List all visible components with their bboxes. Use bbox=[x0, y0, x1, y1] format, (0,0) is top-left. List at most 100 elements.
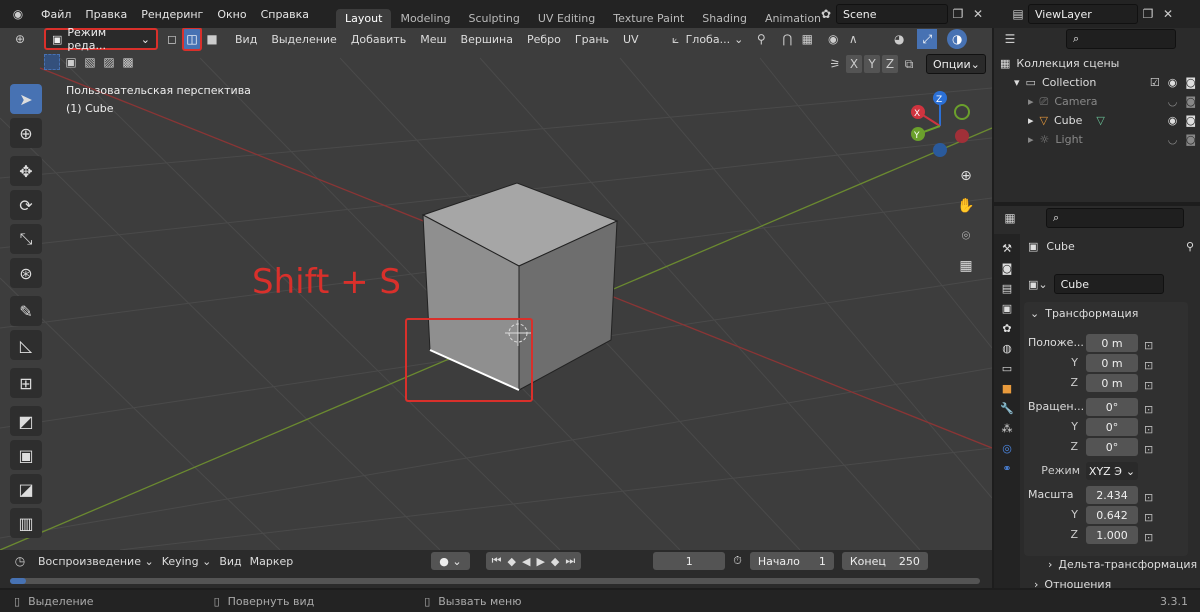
playback-menu[interactable]: Воспроизведение ⌄ bbox=[38, 555, 154, 568]
falloff-icon[interactable]: ∧ bbox=[843, 29, 863, 49]
measure-tool[interactable]: ◺ bbox=[10, 330, 42, 360]
menu-edit[interactable]: Правка bbox=[78, 8, 134, 21]
eye-closed-icon[interactable]: ◡ bbox=[1168, 95, 1178, 108]
outliner-row-cube[interactable]: ▸ ▽ Cube ▽ ◉ ◙ bbox=[1000, 111, 1200, 130]
prev-key-icon[interactable]: ◆ bbox=[508, 555, 516, 568]
rotation-y-field[interactable]: 0° bbox=[1086, 418, 1138, 436]
menu-edge[interactable]: Ребро bbox=[520, 33, 568, 46]
tab-modeling[interactable]: Modeling bbox=[391, 9, 459, 28]
next-key-icon[interactable]: ◆ bbox=[551, 555, 559, 568]
location-z-field[interactable]: 0 m bbox=[1086, 374, 1138, 392]
proportional-edit-icon[interactable]: ◉ bbox=[823, 29, 843, 49]
scale-x-field[interactable]: 2.434 bbox=[1086, 486, 1138, 504]
lock-icon[interactable]: ⊡ bbox=[1144, 356, 1153, 376]
annotate-tool[interactable]: ✎ bbox=[10, 296, 42, 326]
render-camera-icon[interactable]: ◙ bbox=[1185, 76, 1196, 89]
start-frame-field[interactable]: Начало 1 bbox=[749, 552, 834, 570]
location-y-field[interactable]: 0 m bbox=[1086, 354, 1138, 372]
menu-uv[interactable]: UV bbox=[616, 33, 646, 46]
mirror-icon[interactable]: ⚞ bbox=[826, 55, 844, 73]
navigation-gizmo[interactable]: Z X Y bbox=[900, 86, 980, 166]
delta-transform-header[interactable]: › Дельта-трансформация bbox=[1048, 558, 1197, 571]
lock-icon[interactable]: ⊡ bbox=[1144, 508, 1153, 528]
camera-icon[interactable]: ⌾ bbox=[954, 224, 978, 248]
editor-type-icon[interactable]: ⊕ bbox=[10, 29, 30, 49]
jump-start-icon[interactable]: ⏮ bbox=[492, 554, 502, 568]
lock-icon[interactable]: ⊡ bbox=[1144, 488, 1153, 508]
timeline-scrubber[interactable] bbox=[10, 578, 980, 584]
lock-icon[interactable]: ⊡ bbox=[1144, 420, 1153, 440]
scene-collection-row[interactable]: ▦ Коллекция сцены bbox=[1000, 54, 1200, 73]
playhead[interactable] bbox=[10, 578, 26, 584]
transform-orientation-dropdown[interactable]: Глоба... bbox=[686, 33, 730, 46]
relations-header[interactable]: › Отношения bbox=[1034, 580, 1111, 588]
outliner-display-icon[interactable]: ☰ bbox=[1000, 29, 1020, 49]
loop-cut-tool[interactable]: ▥ bbox=[10, 508, 42, 538]
render-camera-icon[interactable]: ◙ bbox=[1185, 133, 1196, 146]
pivot-icon[interactable]: ⚲ bbox=[751, 29, 771, 49]
lock-icon[interactable]: ⊡ bbox=[1144, 336, 1153, 356]
outliner-row-collection[interactable]: ▾ ▭ Collection ☑ ◉ ◙ bbox=[1000, 73, 1200, 92]
tab-shading[interactable]: Shading bbox=[693, 9, 756, 28]
object-tab-icon[interactable]: ■ bbox=[1002, 382, 1012, 395]
view-layer-tab-icon[interactable]: ▣ bbox=[1002, 302, 1012, 315]
menu-face[interactable]: Грань bbox=[568, 33, 616, 46]
copy-scene-icon[interactable]: ❐ bbox=[948, 4, 968, 24]
snap-icon[interactable]: ⋂ bbox=[777, 29, 797, 49]
lock-icon[interactable]: ⊡ bbox=[1144, 400, 1153, 420]
object-name-input[interactable]: Cube bbox=[1053, 274, 1164, 294]
bevel-tool[interactable]: ◪ bbox=[10, 474, 42, 504]
visibility-icon[interactable]: ◕ bbox=[889, 29, 909, 49]
menu-add[interactable]: Добавить bbox=[344, 33, 413, 46]
mirror-y-button[interactable]: Y bbox=[864, 55, 880, 73]
select-extend-icon[interactable]: ▣ bbox=[63, 54, 79, 70]
auto-merge-icon[interactable]: ⧉ bbox=[900, 55, 918, 73]
play-icon[interactable]: ▶ bbox=[536, 555, 544, 568]
render-tab-icon[interactable]: ◙ bbox=[1002, 262, 1013, 275]
pin-icon[interactable]: ⚲ bbox=[1186, 240, 1194, 253]
rotate-tool[interactable]: ⟳ bbox=[10, 190, 42, 220]
outliner-row-camera[interactable]: ▸ ⎚ Camera ◡ ◙ bbox=[1000, 92, 1200, 111]
rotation-x-field[interactable]: 0° bbox=[1086, 398, 1138, 416]
tab-sculpting[interactable]: Sculpting bbox=[460, 9, 529, 28]
properties-editor-icon[interactable]: ▦ bbox=[1000, 208, 1020, 228]
play-reverse-icon[interactable]: ◀ bbox=[522, 555, 530, 568]
scale-z-field[interactable]: 1.000 bbox=[1086, 526, 1138, 544]
collection-tab-icon[interactable]: ▭ bbox=[1002, 362, 1012, 375]
move-tool[interactable]: ✥ bbox=[10, 156, 42, 186]
select-intersect-icon[interactable]: ▩ bbox=[120, 54, 136, 70]
timeline-editor-icon[interactable]: ◷ bbox=[10, 551, 30, 571]
current-frame-field[interactable]: 1 bbox=[653, 552, 726, 570]
lock-icon[interactable]: ⊡ bbox=[1144, 376, 1153, 396]
pan-hand-icon[interactable]: ✋ bbox=[954, 194, 978, 218]
snap-target-icon[interactable]: ▦ bbox=[797, 29, 817, 49]
lock-icon[interactable]: ⊡ bbox=[1144, 528, 1153, 548]
output-tab-icon[interactable]: ▤ bbox=[1002, 282, 1012, 295]
scene-tab-icon[interactable]: ✿ bbox=[1002, 322, 1011, 335]
marker-menu[interactable]: Маркер bbox=[250, 555, 294, 568]
location-x-field[interactable]: 0 m bbox=[1086, 334, 1138, 352]
options-dropdown[interactable]: Опции ⌄ bbox=[926, 54, 986, 74]
cursor-tool[interactable]: ⊕ bbox=[10, 118, 42, 148]
transform-tool[interactable]: ⊛ bbox=[10, 258, 42, 288]
outliner-search-input[interactable]: ⌕ bbox=[1066, 29, 1176, 49]
scale-tool[interactable]: ⤡ bbox=[10, 224, 42, 254]
view-layer-icon[interactable]: ▤ bbox=[1008, 4, 1028, 24]
record-button[interactable]: ● ⌄ bbox=[431, 552, 470, 570]
gizmo-icon[interactable]: ⤢ bbox=[917, 29, 938, 49]
particles-tab-icon[interactable]: ⁂ bbox=[1002, 422, 1013, 435]
vertex-select-icon[interactable]: ◻ bbox=[162, 29, 182, 49]
scene-field[interactable]: Scene bbox=[836, 4, 948, 24]
tab-uv-editing[interactable]: UV Editing bbox=[529, 9, 604, 28]
edge-select-icon[interactable]: ◫ bbox=[182, 28, 202, 51]
select-subtract-icon[interactable]: ▧ bbox=[82, 54, 98, 70]
mirror-x-button[interactable]: X bbox=[846, 55, 862, 73]
tab-layout[interactable]: Layout bbox=[336, 9, 392, 28]
view-layer-field[interactable]: ViewLayer bbox=[1028, 4, 1138, 24]
menu-window[interactable]: Окно bbox=[210, 8, 253, 21]
menu-vertex[interactable]: Вершина bbox=[454, 33, 520, 46]
render-camera-icon[interactable]: ◙ bbox=[1185, 114, 1196, 127]
stopwatch-icon[interactable]: ⏱ bbox=[733, 554, 742, 568]
menu-view[interactable]: Вид bbox=[228, 33, 264, 46]
mirror-z-button[interactable]: Z bbox=[882, 55, 898, 73]
